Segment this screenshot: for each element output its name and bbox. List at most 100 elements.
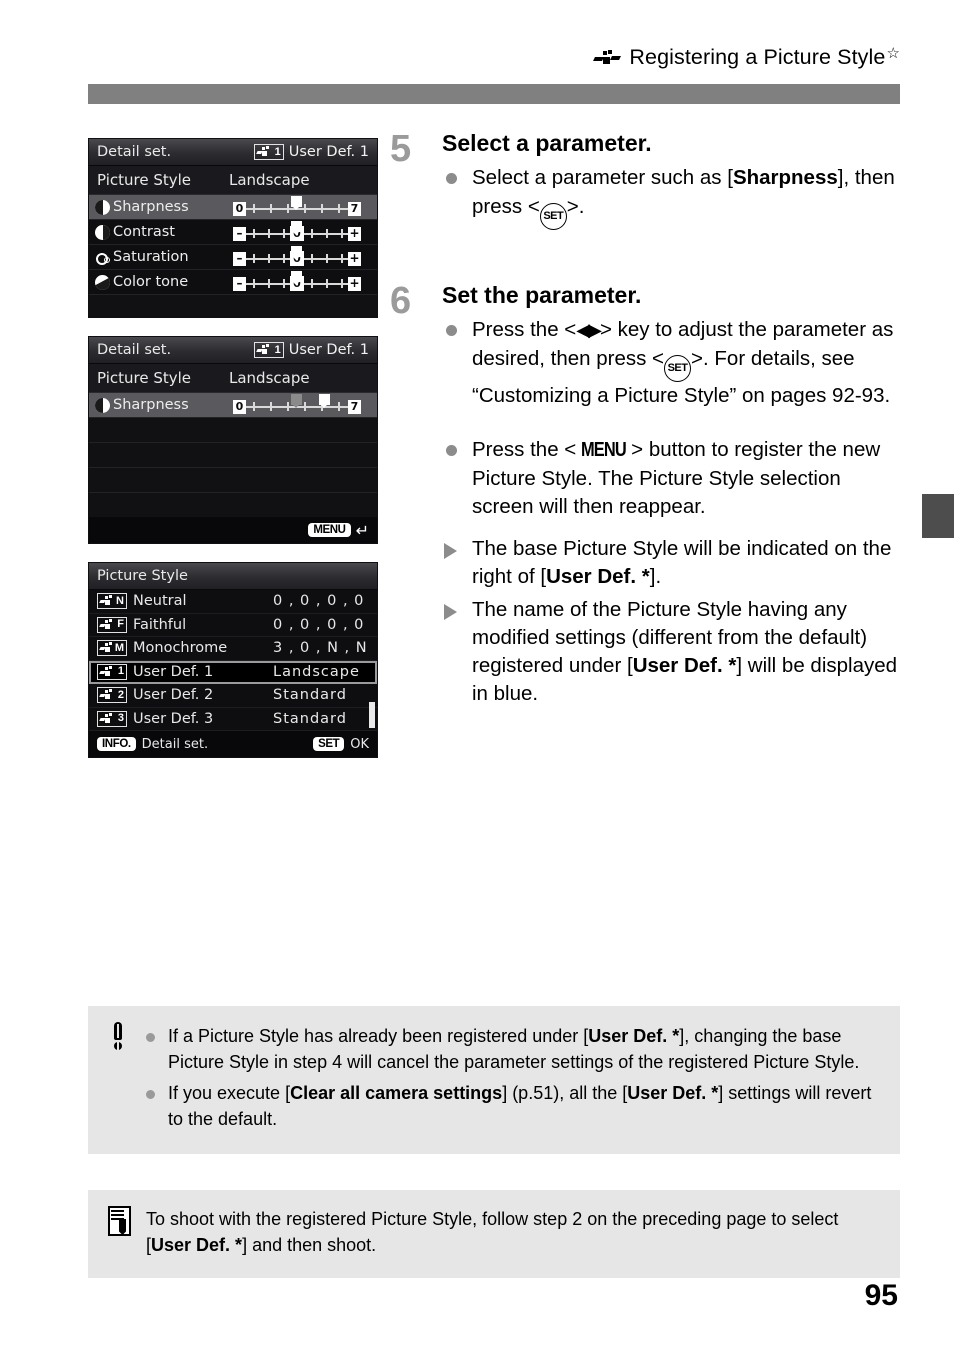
result-text-part2: ]. xyxy=(649,565,662,589)
step-heading: Select a parameter. xyxy=(442,130,652,156)
lcd-title-value: User Def. 1 xyxy=(288,144,369,160)
slider-pointer xyxy=(291,196,302,210)
lcd-titlebar: Picture Style xyxy=(89,563,377,590)
caution-bold-term: User Def. * xyxy=(588,1026,680,1046)
bullet-bold-term: Sharpness xyxy=(732,166,838,190)
picture-style-label: Picture Style xyxy=(97,171,192,189)
saturation-slider[interactable]: – + 0 xyxy=(233,246,361,267)
style-badge-icon: 3 xyxy=(97,710,127,727)
param-label: Saturation xyxy=(113,249,189,265)
result-bold-term: User Def. * xyxy=(546,565,650,589)
style-badge-icon: 2 xyxy=(97,687,127,704)
param-row-saturation[interactable]: Saturation – + 0 xyxy=(89,245,377,270)
return-arrow-icon: ↵ xyxy=(355,520,369,540)
list-item[interactable]: M Monochrome 3 , 0 , N , N xyxy=(89,637,377,661)
step-heading: Set the parameter. xyxy=(442,281,642,308)
lcd-titlebar: Detail set. 1 User Def. 1 xyxy=(89,337,377,364)
step-5-bullet-1: Select a parameter such as [Sharpness], … xyxy=(442,164,900,230)
badge-letter: 3 xyxy=(117,712,124,725)
caution-text-part1: If a Picture Style has already been regi… xyxy=(168,1026,589,1046)
slider-pointer xyxy=(291,221,302,235)
menu-button-icon: MENU xyxy=(581,438,627,461)
sharpness-icon xyxy=(95,397,110,413)
bullet-text-part3: >. xyxy=(566,194,585,218)
note-text-part2: ] and then shoot. xyxy=(242,1234,377,1255)
chapter-thumb-index xyxy=(922,494,954,538)
style-value: 0 , 0 , 0 , 0 xyxy=(273,593,365,610)
contrast-slider[interactable]: – + 0 xyxy=(233,221,361,242)
lcd-empty-row xyxy=(89,418,377,443)
lcd-detail-set-sharpness: Detail set. 1 User Def. 1 Picture Style … xyxy=(88,336,378,544)
picture-style-value: Landscape xyxy=(229,369,310,387)
info-label: Detail set. xyxy=(141,736,209,752)
lcd-title: Picture Style xyxy=(97,568,188,584)
sharpness-slider[interactable]: 0 7 xyxy=(233,196,361,217)
style-badge-icon: N xyxy=(97,593,127,610)
list-item[interactable]: 2 User Def. 2 Standard xyxy=(89,684,377,708)
param-label: Sharpness xyxy=(113,199,189,215)
slider-plus-label: + xyxy=(348,226,361,241)
style-value: Standard xyxy=(273,687,347,704)
style-value: Standard xyxy=(273,710,347,727)
style-name: User Def. 3 xyxy=(133,710,214,727)
lcd-empty-row xyxy=(89,443,377,468)
page-title-text: Registering a Picture Style xyxy=(629,45,886,69)
user-def-badge-icon: 1 xyxy=(253,342,284,358)
param-row-contrast[interactable]: Contrast – + 0 xyxy=(89,220,377,245)
slider-min-label: 0 xyxy=(233,400,246,414)
caution-box: If a Picture Style has already been regi… xyxy=(88,1006,900,1155)
badge-letter: N xyxy=(116,594,124,607)
lcd-empty-row xyxy=(89,493,377,517)
slider-max-label: 7 xyxy=(348,400,361,414)
step-number: 6 xyxy=(390,279,412,322)
slider-plus-label: + xyxy=(348,251,361,266)
param-row-color-tone[interactable]: Color tone – + 0 xyxy=(89,270,377,295)
note-bold-term: User Def. * xyxy=(151,1234,243,1255)
style-badge-icon: F xyxy=(97,616,127,633)
lcd-picture-style-list: Picture Style N Neutral 0 , 0 , 0 , 0 F … xyxy=(88,562,378,758)
set-label: OK xyxy=(350,736,369,752)
bullet-dot-icon xyxy=(146,1033,155,1042)
param-row-sharpness[interactable]: Sharpness 0 7 xyxy=(89,195,377,220)
sharpness-slider[interactable]: 0 7 xyxy=(233,394,361,415)
set-badge: SET xyxy=(313,737,345,751)
slider-pointer xyxy=(291,271,302,285)
param-row-sharpness[interactable]: Sharpness 0 7 xyxy=(89,393,377,418)
bullet-dot-icon xyxy=(446,173,457,185)
slider-pointer xyxy=(319,394,330,408)
slider-pointer xyxy=(291,246,302,260)
left-right-key-icon: ◀▶ xyxy=(576,320,602,341)
header-rule xyxy=(88,84,900,104)
list-item[interactable]: 3 User Def. 3 Standard xyxy=(89,707,377,731)
style-name: Faithful xyxy=(133,616,187,633)
result-text-part1: The base Picture Style will be indicated… xyxy=(472,537,892,589)
style-value: Landscape xyxy=(273,663,360,680)
page-number: 95 xyxy=(864,1279,898,1312)
badge-letter: 1 xyxy=(117,665,124,678)
star-icon: ☆ xyxy=(886,45,900,62)
picture-style-label: Picture Style xyxy=(97,369,192,387)
badge-letter: 2 xyxy=(117,688,124,701)
list-item[interactable]: F Faithful 0 , 0 , 0 , 0 xyxy=(89,613,377,637)
caution-bullet-1: If a Picture Style has already been regi… xyxy=(146,1024,880,1075)
param-label: Color tone xyxy=(113,274,189,290)
picture-style-value: Landscape xyxy=(229,171,310,189)
style-name: User Def. 2 xyxy=(133,687,214,704)
lcd-titlebar: Detail set. 1 User Def. 1 xyxy=(89,139,377,166)
step-6-bullet-2: Press the < MENU > button to register the … xyxy=(442,436,900,521)
scrollbar[interactable] xyxy=(369,702,375,728)
lcd-picture-style-row: Picture Style Landscape xyxy=(89,166,377,195)
list-item[interactable]: N Neutral 0 , 0 , 0 , 0 xyxy=(89,590,377,614)
note-box: To shoot with the registered Picture Sty… xyxy=(88,1190,900,1279)
color-tone-slider[interactable]: – + 0 xyxy=(233,271,361,292)
step-6: 6 Set the parameter. Press the <◀▶> key … xyxy=(390,282,900,709)
lcd-title-value: User Def. 1 xyxy=(288,342,369,358)
bullet-text-part1: Select a parameter such as [ xyxy=(472,166,733,190)
style-badge-icon: M xyxy=(97,640,127,657)
step-number: 5 xyxy=(390,128,412,170)
list-item-selected[interactable]: 1 User Def. 1 Landscape xyxy=(89,660,377,684)
style-value: 3 , 0 , N , N xyxy=(273,640,368,657)
lcd-title: Detail set. xyxy=(97,144,172,160)
lcd-empty-row xyxy=(89,295,377,317)
step-6-result-2: The name of the Picture Style having any… xyxy=(442,596,900,709)
